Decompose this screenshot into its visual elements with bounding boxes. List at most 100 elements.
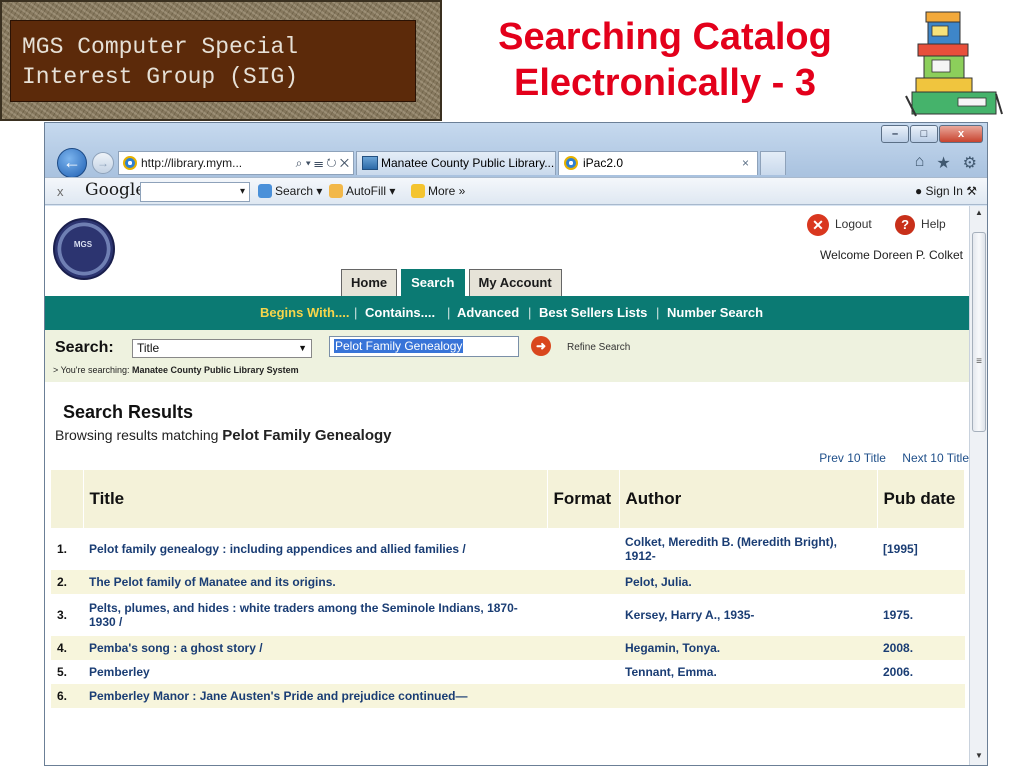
- vertical-scrollbar[interactable]: ▲ ≡ ▼: [969, 206, 987, 765]
- toolbar-more-button[interactable]: More »: [411, 184, 465, 198]
- welcome-text: Welcome Doreen P. Colket: [820, 248, 963, 262]
- tab-manatee-library[interactable]: Manatee County Public Library...: [356, 151, 556, 175]
- col-author[interactable]: Author: [619, 470, 878, 528]
- result-number: 4.: [51, 636, 83, 660]
- result-author-link[interactable]: Pelot, Julia.: [619, 570, 877, 594]
- banner-text: MGS Computer Special Interest Group (SIG…: [22, 34, 299, 90]
- tab-home[interactable]: Home: [341, 269, 398, 296]
- user-icon: ●: [914, 184, 923, 198]
- results-heading: Search Results: [63, 402, 194, 422]
- result-author-link[interactable]: Hegamin, Tonya.: [619, 636, 877, 660]
- new-tab-button[interactable]: [760, 151, 786, 175]
- result-author-link[interactable]: Kersey, Harry A., 1935-: [619, 594, 877, 636]
- nav-separator: |: [656, 305, 660, 320]
- google-toolbar: x Google ▾ Search ▾ AutoFill ▾ More » ● …: [45, 177, 987, 205]
- scroll-up-icon[interactable]: ▲: [970, 208, 987, 222]
- nav-begins-with[interactable]: Begins With....: [260, 296, 349, 330]
- sign-in-button[interactable]: ● Sign In ⚒: [915, 184, 977, 198]
- search-label: Search:: [55, 339, 114, 356]
- scrollbar-thumb[interactable]: [972, 232, 986, 432]
- search-icon: [258, 184, 272, 198]
- scroll-down-icon[interactable]: ▼: [970, 751, 987, 765]
- result-author-link[interactable]: Colket, Meredith B. (Meredith Bright), 1…: [619, 528, 877, 570]
- toolbar-close-icon[interactable]: x: [57, 184, 64, 199]
- wrench-icon[interactable]: ⚒: [966, 184, 977, 198]
- nav-contains[interactable]: Contains....: [365, 296, 435, 330]
- home-icon[interactable]: ⌂: [915, 153, 925, 173]
- refine-search-link[interactable]: Refine Search: [567, 342, 630, 353]
- table-row: 2. The Pelot family of Manatee and its o…: [51, 570, 965, 594]
- result-format: [547, 636, 619, 660]
- close-window-button[interactable]: x: [939, 125, 983, 143]
- gear-icon[interactable]: ⚙: [963, 153, 977, 173]
- search-input[interactable]: Pelot Family Genealogy: [329, 336, 519, 357]
- logo-text: MGS: [73, 240, 93, 249]
- google-logo: Google: [85, 180, 146, 200]
- nav-best-sellers[interactable]: Best Sellers Lists: [539, 296, 647, 330]
- results-table: Title Format Author Pub date 1. Pelot fa…: [51, 470, 965, 708]
- next-page-link[interactable]: Next 10 Title: [902, 451, 969, 465]
- scrollbar-grip: ≡: [976, 356, 982, 367]
- result-format: [547, 684, 619, 708]
- google-search-dropdown[interactable]: ▾: [240, 186, 245, 197]
- result-title-link[interactable]: Pelot family genealogy : including appen…: [83, 528, 547, 570]
- ie-icon: [123, 156, 137, 170]
- back-button[interactable]: ←: [57, 148, 87, 178]
- nav-separator: |: [447, 305, 451, 320]
- nav-advanced[interactable]: Advanced: [457, 296, 519, 330]
- result-title-link[interactable]: Pelts, plumes, and hides : white traders…: [83, 594, 547, 636]
- toolbar-search-button[interactable]: Search ▾: [258, 184, 322, 198]
- result-title-link[interactable]: Pemberley: [83, 660, 547, 684]
- tab-my-account[interactable]: My Account: [468, 269, 562, 296]
- prev-page-link[interactable]: Prev 10 Title: [819, 451, 886, 465]
- book-stack-icon: [905, 11, 1003, 117]
- toolbar-autofill-button[interactable]: AutoFill ▾: [329, 184, 395, 198]
- toolbar-autofill-label: AutoFill ▾: [346, 184, 396, 198]
- tab-label: iPac2.0: [583, 156, 624, 170]
- mgs-logo[interactable]: MGS: [53, 218, 115, 280]
- table-row: 5. Pemberley Tennant, Emma. 2006.: [51, 660, 965, 684]
- logout-link[interactable]: Logout: [835, 217, 872, 231]
- minimize-button[interactable]: –: [881, 125, 909, 143]
- search-go-button[interactable]: ➜: [531, 336, 551, 356]
- result-number: 3.: [57, 608, 68, 622]
- col-title[interactable]: Title: [83, 470, 548, 528]
- maximize-button[interactable]: □: [910, 125, 938, 143]
- address-bar[interactable]: http://library.mym... ⌕ ▾ ☰ ↻ ✕: [118, 151, 354, 175]
- user-links: ✕ Logout ? Help: [807, 214, 946, 236]
- result-title-link[interactable]: The Pelot family of Manatee and its orig…: [83, 570, 547, 594]
- result-number: 5.: [57, 665, 68, 679]
- sign-in-label: Sign In: [925, 184, 963, 198]
- result-date: [877, 684, 965, 708]
- nav-number-search[interactable]: Number Search: [667, 296, 763, 330]
- nav-separator: |: [528, 305, 532, 320]
- result-number: 2.: [51, 570, 83, 594]
- result-author-link[interactable]: Tennant, Emma.: [619, 660, 877, 684]
- search-field-select[interactable]: Title ▼: [132, 339, 312, 358]
- result-format: [547, 660, 619, 684]
- result-title-link[interactable]: Pemberley Manor : Jane Austen's Pride an…: [83, 684, 547, 708]
- searching-prefix: > You're searching:: [53, 365, 130, 375]
- google-search-input[interactable]: ▾: [140, 182, 250, 202]
- tab-ipac[interactable]: iPac2.0 ×: [558, 151, 758, 175]
- result-author-link[interactable]: [619, 684, 877, 708]
- tab-close-icon[interactable]: ×: [742, 152, 749, 174]
- help-link[interactable]: Help: [921, 217, 946, 231]
- col-pub-date[interactable]: Pub date: [877, 470, 965, 528]
- table-row: 4. Pemba's song : a ghost story / Hegami…: [51, 636, 965, 660]
- result-title-link[interactable]: Pemba's song : a ghost story /: [83, 636, 547, 660]
- result-date: 1975.: [883, 608, 914, 622]
- star-icon[interactable]: ★: [936, 153, 950, 173]
- search-query: Pelot Family Genealogy: [334, 339, 464, 353]
- logout-icon[interactable]: ✕: [807, 214, 829, 236]
- address-tools[interactable]: ⌕ ▾ ☰ ↻ ✕: [296, 152, 349, 174]
- forward-button[interactable]: →: [92, 152, 114, 174]
- sig-banner: MGS Computer Special Interest Group (SIG…: [0, 0, 442, 121]
- searching-target: Manatee County Public Library System: [132, 365, 299, 375]
- col-number: [51, 470, 84, 528]
- table-row: 6. Pemberley Manor : Jane Austen's Pride…: [51, 684, 965, 708]
- tab-search[interactable]: Search: [401, 269, 465, 296]
- col-format[interactable]: Format: [547, 470, 620, 528]
- help-icon[interactable]: ?: [895, 215, 916, 235]
- browser-titlebar: – □ x ← → http://library.mym... ⌕ ▾ ☰ ↻ …: [45, 123, 987, 178]
